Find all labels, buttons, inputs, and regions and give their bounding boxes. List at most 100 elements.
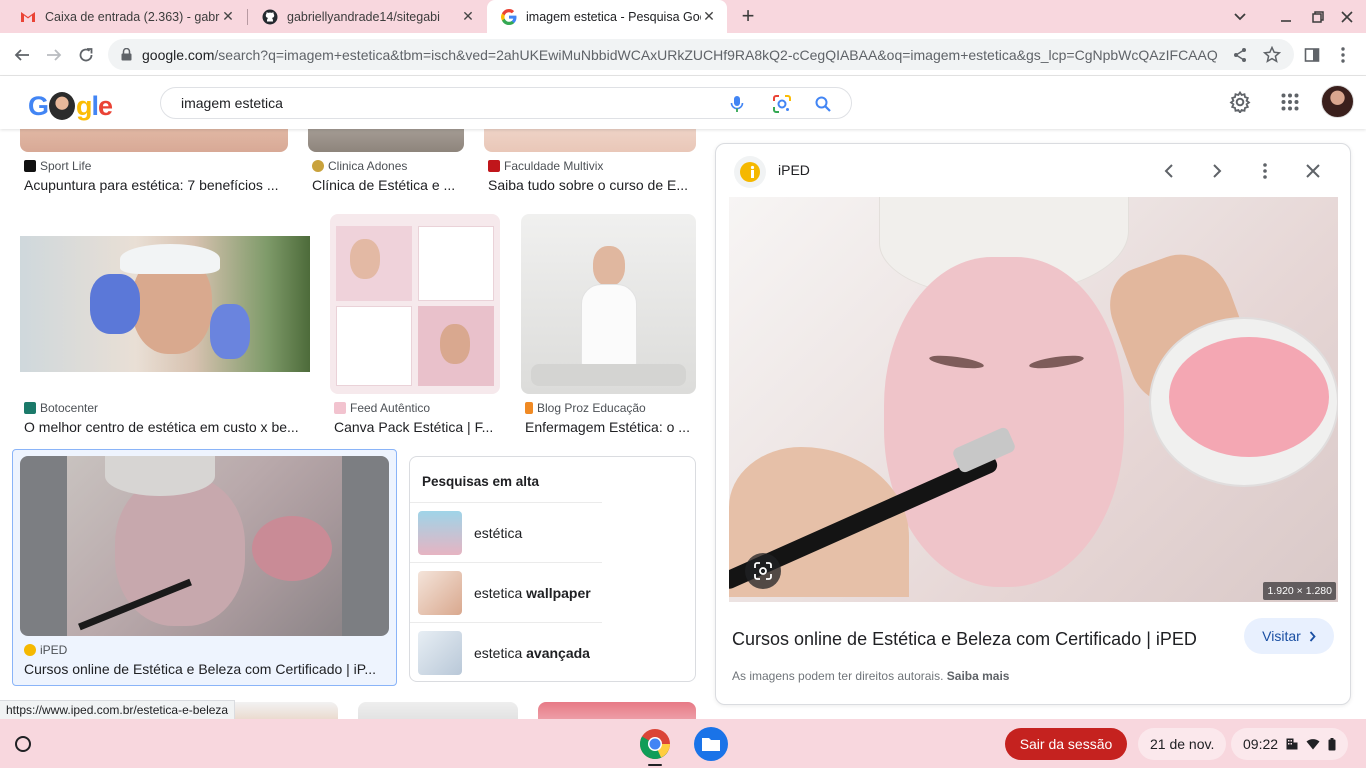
trending-item[interactable]: estetica wallpaper [410,562,602,622]
chrome-app-icon[interactable] [638,727,672,761]
preview-source-name[interactable]: iPED [778,162,810,178]
proz-favicon-icon [525,402,533,414]
share-icon[interactable] [1230,45,1250,65]
botocenter-favicon-icon [24,402,36,414]
tab-title: gabriellyandrade14/sitegabi [287,9,440,24]
learn-more-link[interactable]: Saiba mais [947,669,1010,683]
tab-gmail[interactable]: Caixa de entrada (2.363) - gabri ✕ [6,0,246,33]
chevron-right-icon[interactable] [1204,158,1230,184]
trending-label: estetica avançada [474,644,590,661]
reload-icon[interactable] [73,42,99,68]
result-title[interactable]: O melhor centro de estética em custo x b… [24,419,308,435]
result-source[interactable]: iPED [24,643,67,657]
status-tray[interactable]: 09:22 [1231,728,1349,760]
trending-item[interactable]: estetica avançada [410,622,602,682]
link-status-bubble: https://www.iped.com.br/estetica-e-belez… [0,700,236,719]
launcher-icon[interactable] [15,736,31,752]
url-text[interactable]: google.com/search?q=imagem+estetica&tbm=… [142,47,1218,63]
result-title[interactable]: Enfermagem Estética: o ... [525,419,695,435]
side-panel-icon[interactable] [1299,42,1325,68]
result-title[interactable]: Clínica de Estética e ... [312,177,462,193]
result-thumbnail[interactable] [538,702,696,719]
result-thumbnail[interactable] [20,129,288,152]
result-title[interactable]: Acupuntura para estética: 7 benefícios .… [24,177,288,193]
date-pill[interactable]: 21 de nov. [1138,728,1227,760]
tab-google-search[interactable]: imagem estetica - Pesquisa Goo ✕ [487,0,727,33]
multivix-favicon-icon [488,160,500,172]
search-icon[interactable] [813,94,833,114]
trending-thumbnail [418,510,462,555]
tab-search-icon[interactable] [1229,6,1251,28]
forward-arrow-icon[interactable] [41,42,67,68]
visit-button[interactable]: Visitar [1244,618,1334,654]
image-preview-panel: iPED 1.920 × 1.280 Cursos online de Esté… [715,143,1351,705]
result-thumbnail[interactable] [20,214,310,394]
google-header: Ggle imagem estetica [0,76,1366,129]
files-app-icon[interactable] [694,727,728,761]
close-window-icon[interactable] [1336,6,1358,28]
result-source[interactable]: Clinica Adones [312,159,407,173]
back-arrow-icon[interactable] [9,42,35,68]
date-text: 21 de nov. [1150,736,1215,752]
image-dimensions: 1.920 × 1.280 [1263,582,1336,600]
result-title[interactable]: Saiba tudo sobre o curso de E... [488,177,692,193]
running-indicator [648,764,662,766]
result-source[interactable]: Botocenter [24,401,98,415]
result-title[interactable]: Cursos online de Estética e Beleza com C… [24,661,386,677]
new-tab-button[interactable]: + [736,5,760,29]
chevron-right-icon [1309,630,1316,642]
github-icon [262,9,278,25]
trending-searches-box: Pesquisas em alta estética estetica wall… [409,456,696,682]
trending-thumbnail [418,570,462,615]
close-icon[interactable]: ✕ [701,8,717,25]
google-icon [501,8,517,25]
google-lens-icon[interactable] [772,94,792,114]
bookmark-star-icon[interactable] [1262,45,1282,65]
more-options-icon[interactable] [1252,158,1278,184]
chevron-left-icon[interactable] [1156,158,1182,184]
close-icon[interactable] [1300,158,1326,184]
result-source[interactable]: Blog Proz Educação [525,401,646,415]
chromeos-shelf: Sair da sessão 21 de nov. 09:22 [0,719,1366,768]
tab-strip: Caixa de entrada (2.363) - gabri ✕ gabri… [0,0,1366,33]
clinica-favicon-icon [312,160,324,172]
preview-title[interactable]: Cursos online de Estética e Beleza com C… [732,629,1197,650]
close-icon[interactable]: ✕ [460,8,476,25]
result-source[interactable]: Sport Life [24,159,91,173]
result-title[interactable]: Canva Pack Estética | F... [334,419,498,435]
apps-grid-icon[interactable] [1278,90,1302,114]
result-thumbnail[interactable] [20,456,389,636]
restore-icon[interactable] [1307,6,1329,28]
battery-icon [1328,737,1336,750]
result-thumbnail[interactable] [330,214,500,394]
settings-gear-icon[interactable] [1228,90,1252,114]
lock-icon[interactable] [120,48,132,62]
minimize-icon[interactable] [1275,6,1297,28]
result-thumbnail[interactable] [358,702,518,719]
search-query[interactable]: imagem estetica [181,95,851,111]
result-thumbnail[interactable] [308,129,464,152]
more-vertical-icon[interactable] [1330,42,1356,68]
result-thumbnail[interactable] [484,129,696,152]
tab-github[interactable]: gabriellyandrade14/sitegabi ✕ [248,0,486,33]
image-results-grid: Sport Life Acupuntura para estética: 7 b… [0,129,706,719]
result-thumbnail[interactable] [521,214,696,394]
trending-item[interactable]: estética [410,502,602,562]
trending-thumbnail [418,630,462,675]
preview-image[interactable]: 1.920 × 1.280 [729,197,1338,602]
logout-button[interactable]: Sair da sessão [1005,728,1127,760]
google-doodle-logo[interactable]: Ggle [28,89,113,123]
search-box[interactable]: imagem estetica [160,87,852,119]
address-bar[interactable]: google.com/search?q=imagem+estetica&tbm=… [108,39,1294,70]
iped-favicon-icon [24,644,36,656]
iped-logo-icon [734,156,766,188]
result-source[interactable]: Feed Autêntico [334,401,430,415]
account-avatar[interactable] [1321,85,1354,118]
close-icon[interactable]: ✕ [220,8,236,25]
tab-title: Caixa de entrada (2.363) - gabri [45,9,220,24]
result-source[interactable]: Faculdade Multivix [488,159,603,173]
trending-heading: Pesquisas em alta [422,474,540,489]
microphone-icon[interactable] [727,94,747,114]
lens-search-icon[interactable] [745,553,781,589]
trending-label: estetica wallpaper [474,584,591,601]
